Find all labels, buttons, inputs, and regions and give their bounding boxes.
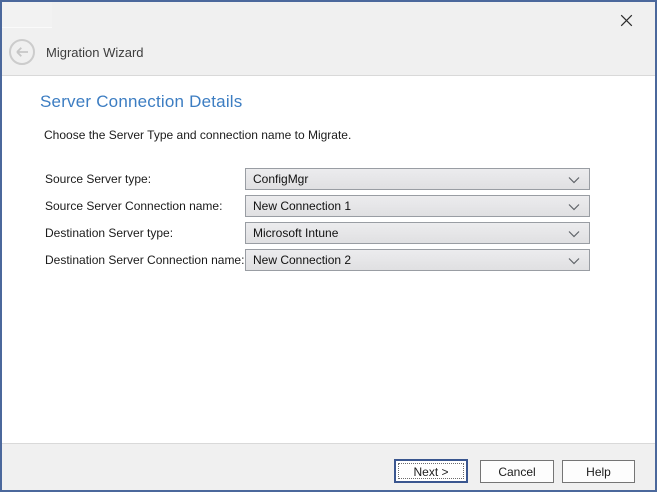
- help-button[interactable]: Help: [562, 460, 635, 483]
- dropdown-selected-value: New Connection 1: [253, 196, 351, 216]
- field-label: Destination Server Connection name:: [45, 249, 244, 271]
- page-title: Server Connection Details: [40, 92, 242, 112]
- destination-connection-name-dropdown[interactable]: New Connection 2: [245, 249, 590, 271]
- button-bar: Next > Cancel Help: [2, 443, 655, 490]
- wizard-title: Migration Wizard: [46, 45, 144, 60]
- dropdown-selected-value: ConfigMgr: [253, 169, 308, 189]
- field-row-destination-connection-name: Destination Server Connection name: New …: [45, 249, 591, 271]
- field-label: Source Server Connection name:: [45, 195, 222, 217]
- cancel-button[interactable]: Cancel: [480, 460, 554, 483]
- field-row-source-connection-name: Source Server Connection name: New Conne…: [45, 195, 591, 217]
- chevron-down-icon: [568, 176, 580, 184]
- chevron-down-icon: [568, 203, 580, 211]
- wizard-window: Migration Wizard Server Connection Detai…: [0, 0, 657, 492]
- destination-server-type-dropdown[interactable]: Microsoft Intune: [245, 222, 590, 244]
- content-area: Server Connection Details Choose the Ser…: [2, 76, 655, 443]
- field-label: Destination Server type:: [45, 222, 173, 244]
- back-button[interactable]: [8, 38, 36, 66]
- dropdown-selected-value: New Connection 2: [253, 250, 351, 270]
- wizard-header: Migration Wizard: [2, 2, 655, 76]
- titlebar-corner: [2, 2, 52, 28]
- back-arrow-icon: [8, 38, 36, 66]
- help-button-label: Help: [586, 465, 611, 479]
- source-server-type-dropdown[interactable]: ConfigMgr: [245, 168, 590, 190]
- page-description: Choose the Server Type and connection na…: [44, 128, 351, 142]
- source-connection-name-dropdown[interactable]: New Connection 1: [245, 195, 590, 217]
- close-icon: [619, 13, 634, 28]
- next-button[interactable]: Next >: [394, 459, 468, 483]
- field-row-source-server-type: Source Server type: ConfigMgr: [45, 168, 591, 190]
- chevron-down-icon: [568, 257, 580, 265]
- field-label: Source Server type:: [45, 168, 151, 190]
- field-row-destination-server-type: Destination Server type: Microsoft Intun…: [45, 222, 591, 244]
- close-button[interactable]: [615, 9, 637, 31]
- dropdown-selected-value: Microsoft Intune: [253, 223, 338, 243]
- chevron-down-icon: [568, 230, 580, 238]
- cancel-button-label: Cancel: [498, 465, 535, 479]
- next-button-label: Next >: [413, 465, 448, 479]
